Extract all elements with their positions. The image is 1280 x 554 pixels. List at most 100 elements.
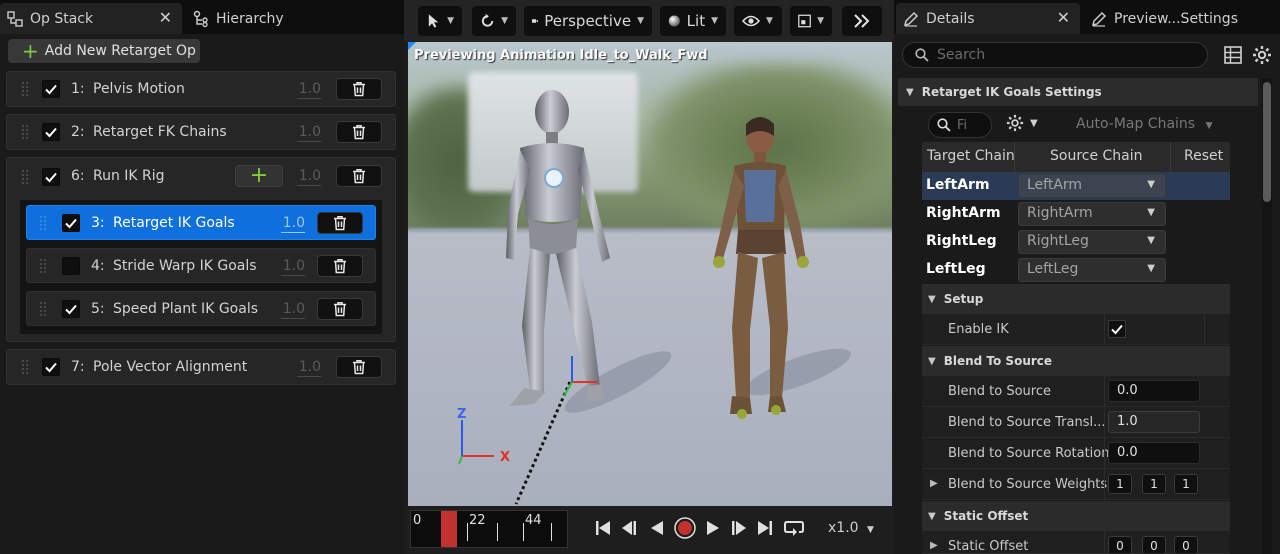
section-retarget-ik-goals-settings[interactable]: ▼ Retarget IK Goals Settings bbox=[898, 78, 1258, 106]
plus-icon: + bbox=[22, 39, 39, 63]
op-enable-checkbox[interactable] bbox=[42, 168, 60, 186]
viewport-settings-dropdown[interactable]: ▼ bbox=[790, 6, 832, 36]
target-chain-name: RightLeg bbox=[926, 233, 997, 249]
chevron-down-icon: ▼ bbox=[817, 16, 824, 26]
go-to-start-button[interactable] bbox=[594, 518, 612, 538]
section-setup[interactable]: ▼ Setup bbox=[922, 284, 1230, 314]
tab-preview-settings[interactable]: Preview...Settings bbox=[1084, 3, 1264, 34]
record-button[interactable] bbox=[674, 517, 696, 539]
delete-op-button[interactable] bbox=[336, 356, 382, 378]
op-enable-checkbox[interactable] bbox=[42, 123, 60, 141]
perspective-dropdown[interactable]: Perspective ▼ bbox=[524, 6, 652, 36]
delete-op-button[interactable] bbox=[317, 255, 363, 277]
auto-map-chains-dropdown[interactable]: Auto-Map Chains ▼ bbox=[1076, 116, 1212, 132]
step-forward-button[interactable] bbox=[730, 518, 748, 538]
op-enable-checkbox[interactable] bbox=[42, 80, 60, 98]
grid-view-icon[interactable] bbox=[1224, 46, 1242, 68]
delete-op-button[interactable] bbox=[336, 121, 382, 143]
trash-icon bbox=[353, 169, 365, 184]
timeline-scrubber[interactable]: 0 22 44 bbox=[410, 510, 568, 548]
playhead[interactable] bbox=[441, 511, 457, 547]
op-alpha-value[interactable]: 1.0 bbox=[281, 301, 305, 319]
op-enable-checkbox[interactable] bbox=[62, 257, 80, 275]
op-alpha-value[interactable]: 1.0 bbox=[297, 124, 321, 142]
drag-handle-icon[interactable] bbox=[39, 257, 47, 274]
op-row-pole-vector-alignment[interactable]: 7: Pole Vector Alignment 1.0 bbox=[6, 349, 396, 385]
step-back-button[interactable] bbox=[620, 518, 638, 538]
op-enable-checkbox[interactable] bbox=[62, 300, 80, 318]
op-index: 5: bbox=[91, 301, 105, 317]
op-row-stride-warp-ik-goals[interactable]: 4: Stride Warp IK Goals 1.0 bbox=[26, 248, 376, 283]
op-row-speed-plant-ik-goals[interactable]: 5: Speed Plant IK Goals 1.0 bbox=[26, 291, 376, 326]
chain-row-rightarm[interactable]: RightArm RightArm ▼ bbox=[922, 200, 1230, 228]
chain-row-leftarm[interactable]: LeftArm LeftArm ▼ bbox=[922, 172, 1230, 200]
blend-to-source-input[interactable]: 0.0 bbox=[1108, 380, 1200, 402]
op-alpha-value[interactable]: 1.0 bbox=[297, 81, 321, 99]
loop-button[interactable] bbox=[782, 518, 806, 538]
chain-filter-input[interactable]: Fi bbox=[928, 112, 992, 138]
op-row-retarget-ik-goals[interactable]: 3: Retarget IK Goals 1.0 bbox=[26, 205, 376, 240]
source-chain-dropdown[interactable]: LeftArm ▼ bbox=[1018, 174, 1166, 198]
section-static-offset[interactable]: ▼ Static Offset bbox=[922, 501, 1230, 531]
transform-mode-button[interactable]: ▼ bbox=[472, 6, 516, 36]
go-to-end-button[interactable] bbox=[756, 518, 774, 538]
delete-op-button[interactable] bbox=[317, 298, 363, 320]
scrollbar-thumb[interactable] bbox=[1263, 82, 1271, 202]
static-offset-title: Static Offset bbox=[943, 509, 1029, 523]
viewport-scene[interactable]: Z X Previewing Animation Idle_to_Walk_Fw… bbox=[408, 42, 892, 506]
op-row-pelvis-motion[interactable]: 1: Pelvis Motion 1.0 bbox=[6, 71, 396, 107]
weight-z-input[interactable]: 1 bbox=[1174, 474, 1198, 494]
drag-handle-icon[interactable] bbox=[21, 169, 29, 185]
close-icon[interactable]: ✕ bbox=[159, 8, 172, 27]
source-chain-dropdown[interactable]: LeftLeg ▼ bbox=[1018, 258, 1166, 282]
play-reverse-button[interactable] bbox=[648, 518, 666, 538]
chain-row-leftleg[interactable]: LeftLeg LeftLeg ▼ bbox=[922, 256, 1230, 284]
op-row-retarget-fk-chains[interactable]: 2: Retarget FK Chains 1.0 bbox=[6, 114, 396, 150]
tab-hierarchy[interactable]: Hierarchy bbox=[186, 3, 326, 34]
lit-dropdown[interactable]: Lit ▼ bbox=[660, 6, 726, 36]
expand-toolbar-button[interactable] bbox=[842, 6, 882, 36]
details-scrollbar[interactable] bbox=[1262, 78, 1272, 554]
op-alpha-value[interactable]: 1.0 bbox=[281, 215, 305, 233]
section-blend-to-source[interactable]: ▼ Blend To Source bbox=[922, 346, 1230, 376]
delete-op-button[interactable] bbox=[336, 165, 382, 187]
image-settings-icon bbox=[798, 14, 811, 28]
expand-arrow-right-icon[interactable]: ▶ bbox=[930, 540, 938, 551]
expand-arrow-right-icon[interactable]: ▶ bbox=[930, 478, 938, 489]
drag-handle-icon[interactable] bbox=[21, 359, 29, 375]
op-alpha-value[interactable]: 1.0 bbox=[297, 359, 321, 377]
source-chain-dropdown[interactable]: RightLeg ▼ bbox=[1018, 230, 1166, 254]
delete-op-button[interactable] bbox=[336, 78, 382, 100]
chain-settings-dropdown[interactable]: ▼ bbox=[1006, 114, 1038, 132]
delete-op-button[interactable] bbox=[317, 212, 363, 234]
weight-y-input[interactable]: 1 bbox=[1142, 474, 1166, 494]
offset-x-input[interactable]: 0 bbox=[1108, 536, 1132, 553]
tab-op-stack[interactable]: Op Stack ✕ bbox=[0, 3, 182, 34]
op-alpha-value[interactable]: 1.0 bbox=[281, 258, 305, 276]
op-enable-checkbox[interactable] bbox=[42, 358, 60, 376]
op-alpha-value[interactable]: 1.0 bbox=[297, 168, 321, 186]
drag-handle-icon[interactable] bbox=[21, 124, 29, 140]
add-new-retarget-op-button[interactable]: + Add New Retarget Op bbox=[8, 39, 200, 63]
enable-ik-checkbox[interactable] bbox=[1108, 320, 1126, 338]
offset-z-input[interactable]: 0 bbox=[1174, 536, 1198, 553]
weight-x-input[interactable]: 1 bbox=[1108, 474, 1132, 494]
drag-handle-icon[interactable] bbox=[21, 81, 29, 97]
playback-speed-dropdown[interactable]: x1.0 ▼ bbox=[828, 520, 874, 536]
source-chain-dropdown[interactable]: RightArm ▼ bbox=[1018, 202, 1166, 226]
op-enable-checkbox[interactable] bbox=[62, 214, 80, 232]
play-button[interactable] bbox=[704, 518, 722, 538]
drag-handle-icon[interactable] bbox=[39, 300, 47, 317]
gear-icon[interactable] bbox=[1252, 45, 1272, 69]
blend-to-source-rotation-input[interactable]: 0.0 bbox=[1108, 442, 1200, 464]
chain-row-rightleg[interactable]: RightLeg RightLeg ▼ bbox=[922, 228, 1230, 256]
offset-y-input[interactable]: 0 bbox=[1142, 536, 1166, 553]
blend-to-source-translation-input[interactable]: 1.0 bbox=[1108, 411, 1200, 433]
add-child-op-button[interactable]: + bbox=[235, 165, 283, 187]
select-mode-button[interactable]: ▼ bbox=[418, 6, 462, 36]
tab-details[interactable]: Details ✕ bbox=[896, 3, 1080, 34]
show-flags-dropdown[interactable]: ▼ bbox=[734, 6, 782, 36]
drag-handle-icon[interactable] bbox=[39, 214, 47, 231]
details-search-box[interactable]: Search bbox=[902, 42, 1208, 68]
close-icon[interactable]: ✕ bbox=[1057, 8, 1070, 27]
